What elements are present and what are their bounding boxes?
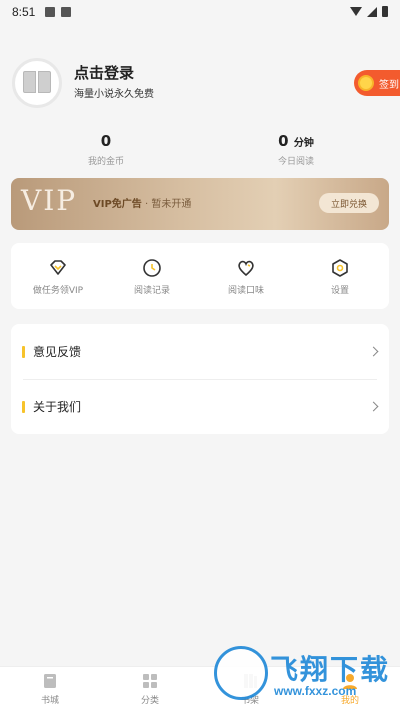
- vip-redeem-button[interactable]: 立即兑换: [319, 193, 379, 213]
- coin-icon: [358, 75, 374, 91]
- menu-item-label: 做任务领VIP: [32, 286, 84, 296]
- signal-icon: [367, 6, 377, 17]
- status-icons: [350, 6, 388, 17]
- profile-header[interactable]: 点击登录 海量小说永久免费 签到: [12, 58, 400, 110]
- nav-tab-bookstore[interactable]: 书城: [0, 672, 100, 706]
- nav-tab-profile[interactable]: 我的: [300, 672, 400, 706]
- bookshelf-icon: [244, 674, 257, 688]
- stat-value: 0: [100, 132, 112, 150]
- vip-title-main: VIP免广告: [93, 199, 142, 210]
- menu-item-reading-taste[interactable]: 阅读口味: [199, 257, 293, 296]
- book-icon: [23, 71, 51, 95]
- nav-tab-category[interactable]: 分类: [100, 672, 200, 706]
- menu-item-reading-history[interactable]: 阅读记录: [105, 257, 199, 296]
- heart-icon: [238, 260, 254, 277]
- nav-tab-bookshelf[interactable]: 书架: [200, 672, 300, 706]
- gem-icon: [50, 260, 66, 275]
- wifi-icon: [350, 7, 362, 16]
- profile-icon: [343, 674, 357, 689]
- vip-logo: VIP: [21, 184, 78, 217]
- stat-reading-time[interactable]: 0 分钟 今日阅读: [236, 132, 356, 167]
- stats-row: 0 我的金币 0 分钟 今日阅读: [0, 132, 400, 167]
- bookstore-icon: [44, 674, 56, 688]
- notification-icon: [61, 7, 72, 17]
- checkin-button[interactable]: 签到: [354, 70, 400, 96]
- category-icon: [143, 674, 157, 688]
- list-item-about[interactable]: 关于我们: [11, 379, 389, 434]
- stat-label: 我的金币: [87, 157, 124, 167]
- bottom-nav: 书城 分类 书架 我的: [0, 666, 400, 711]
- menu-grid: 做任务领VIP 阅读记录 阅读口味 设置: [11, 243, 389, 309]
- chevron-right-icon: [368, 346, 379, 357]
- menu-item-label: 设置: [330, 286, 349, 296]
- nav-tab-label: 书架: [240, 696, 259, 706]
- stat-unit: 分钟: [293, 138, 314, 149]
- list-item-feedback[interactable]: 意见反馈: [11, 324, 389, 379]
- accent-bar: [22, 345, 25, 358]
- menu-item-task-vip[interactable]: 做任务领VIP: [11, 257, 105, 296]
- list-item-label: 关于我们: [33, 400, 82, 414]
- vip-title: VIP免广告 · 暂未开通: [93, 195, 191, 210]
- status-bar: 8:51: [0, 0, 400, 24]
- chevron-right-icon: [368, 401, 379, 412]
- login-title[interactable]: 点击登录: [74, 62, 134, 83]
- vip-status: · 暂未开通: [144, 199, 192, 210]
- nav-tab-label: 分类: [140, 696, 159, 706]
- stat-value: 0: [278, 132, 289, 150]
- vip-banner[interactable]: VIP VIP免广告 · 暂未开通 立即兑换: [11, 178, 389, 230]
- status-time: 8:51: [12, 5, 36, 19]
- menu-item-label: 阅读口味: [227, 286, 264, 296]
- accent-bar: [22, 400, 25, 413]
- menu-item-label: 阅读记录: [133, 286, 170, 296]
- checkin-label: 签到: [379, 79, 399, 91]
- stat-label: 今日阅读: [277, 157, 314, 167]
- login-subtitle: 海量小说永久免费: [74, 89, 154, 100]
- notification-icon: [45, 7, 56, 17]
- avatar[interactable]: [12, 58, 62, 108]
- settings-list: 意见反馈 关于我们: [11, 324, 389, 434]
- nav-tab-label: 书城: [40, 696, 59, 706]
- gear-icon: [332, 259, 348, 277]
- battery-icon: [382, 6, 388, 17]
- stat-coins[interactable]: 0 我的金币: [46, 132, 166, 167]
- list-item-label: 意见反馈: [33, 345, 82, 359]
- nav-tab-label: 我的: [340, 696, 359, 706]
- menu-item-settings[interactable]: 设置: [293, 257, 387, 296]
- clock-icon: [143, 259, 161, 277]
